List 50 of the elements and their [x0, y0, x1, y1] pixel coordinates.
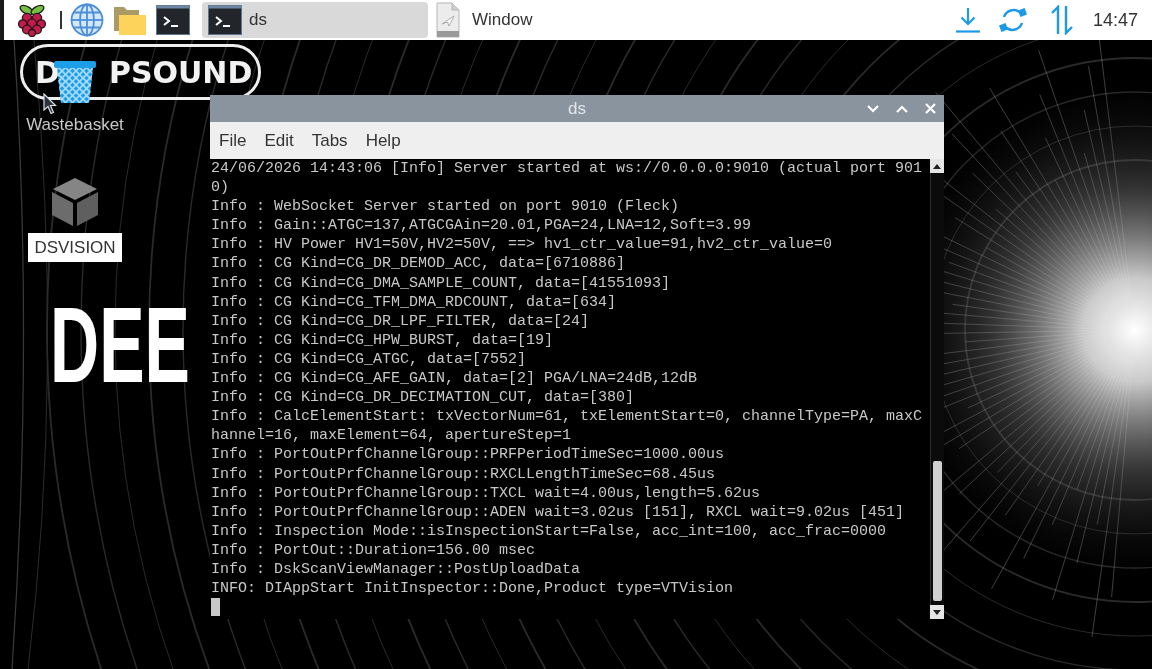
log-line: Info : CG Kind=CG_TFM_DMA_RDCOUNT, data=[634]	[211, 292, 617, 312]
scroll-up-button[interactable]	[930, 159, 944, 173]
scrollbar-thumb[interactable]	[933, 461, 942, 601]
menu-item[interactable]: Tabs	[302, 122, 357, 159]
log-line: Info : CG Kind=CG_DMA_SAMPLE_COUNT, data=[41551093]	[211, 273, 671, 293]
arrow-down-icon	[933, 609, 941, 615]
log-line: Info : PortOutPrfChannelGroup::ADEN wait=3.02us [151], RXCL wait=9.02us [451]	[211, 502, 905, 522]
cube-icon[interactable]	[50, 177, 100, 227]
log-line: Info : PortOutPrfChannelGroup::PRFPeriodTimeSec=1000.00us	[211, 445, 725, 465]
menu-item[interactable]: File	[210, 122, 256, 159]
clock: 14:47	[1092, 9, 1138, 31]
menu-item[interactable]: Edit	[255, 122, 303, 159]
close-icon[interactable]	[925, 103, 936, 114]
text-cursor-icon	[211, 598, 220, 617]
raspberry-icon[interactable]	[18, 3, 46, 37]
log-line: 24/06/2026 14:43:06 [Info] Server started at ws://0.0.0.0:9010 (actual port 9010)	[211, 159, 924, 198]
log-line: Info : CG Kind=CG_DR_DECIMATION_CUT, data=[380]	[211, 388, 635, 408]
log-line: Info : PortOut::Duration=156.00 msec	[211, 540, 536, 560]
log-line: Info : CG Kind=CG_HPW_BURST, data=[19]	[211, 330, 554, 350]
download-icon[interactable]	[954, 7, 981, 33]
logo-text: PSOUND	[108, 54, 253, 90]
logo-text: D	[35, 54, 60, 90]
log-line: INFO: DIAppStart InitInspector::Done,Product type=VTVision	[211, 579, 734, 599]
log-line: Info : WebSocket Server started on port 9010 (Fleck)	[211, 197, 680, 217]
log-line: Info : CalcElementStart: txVectorNum=61, txElementStart=0, channelType=PA, maxChannel=16, maxElement=64, apertureStep=1	[211, 407, 924, 446]
scroll-down-button[interactable]	[930, 605, 944, 619]
log-line: Info : HV Power HV1=50V,HV2=50V, ==> hv1_ctr_value=91,hv2_ctr_value=0	[211, 235, 833, 255]
desktop-icon-label[interactable]: Wastebasket	[20, 110, 130, 139]
arrow-up-icon	[933, 163, 941, 169]
log-line: Info : Gain::ATGC=137,ATGCGAin=20.01,PGA=24,LNA=12,Soft=3.99	[211, 216, 752, 236]
log-line: Info : CG Kind=CG_AFE_GAIN, data=[2] PGA/LNA=24dB,12dB	[211, 369, 698, 389]
log-line: Info : PortOutPrfChannelGroup::RXCLLengthTimeSec=68.45us	[211, 464, 716, 484]
menu-item[interactable]: Help	[356, 122, 410, 159]
log-line: Info : CG Kind=CG_ATGC, data=[7552]	[211, 349, 527, 370]
log-line: Info : CG Kind=CG_DR_LPF_FILTER, data=[24]	[211, 311, 590, 331]
chevron-down-icon[interactable]	[867, 104, 879, 113]
mouse-pointer-icon	[43, 93, 57, 115]
log-line: Info : CG Kind=CG_DR_DEMOD_ACC, data=[6710886]	[211, 254, 626, 274]
window-title: ds	[568, 98, 586, 119]
chevron-up-icon[interactable]	[896, 104, 908, 113]
terminal-icon[interactable]	[156, 5, 190, 35]
taskbar-window-button[interactable]: Window	[432, 2, 658, 38]
log-line: Info : Inspection Mode::isInspectionStart=False, acc_int=100, acc_frac=0000	[211, 521, 887, 541]
log-line: Info : PortOutPrfChannelGroup::TXCL wait=4.00us,length=5.62us	[211, 483, 761, 503]
desktop-icon-label[interactable]: DSVISION	[28, 233, 122, 262]
log-line: Info : DskScanViewManager::PostUploadData	[211, 559, 581, 580]
globe-icon[interactable]	[70, 3, 104, 37]
wallpaper-headline: DEE	[50, 302, 190, 389]
taskbar-window-button[interactable]: ds	[202, 2, 428, 38]
terminal-icon	[208, 5, 242, 35]
